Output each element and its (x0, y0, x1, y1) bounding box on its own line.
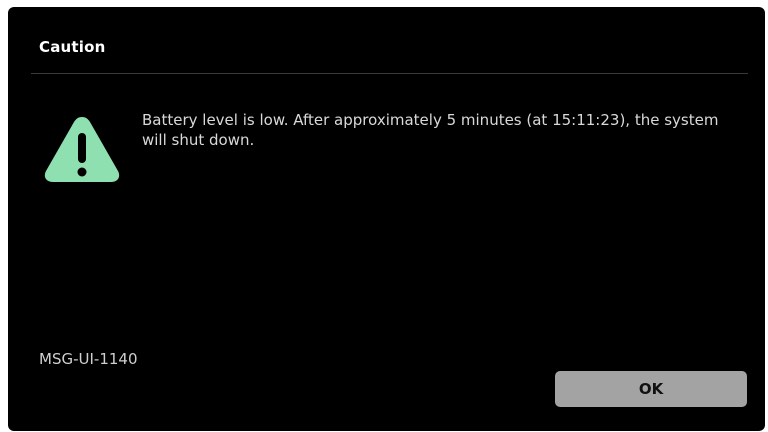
dialog-title: Caution (39, 38, 106, 56)
ok-button[interactable]: OK (555, 371, 747, 407)
caution-dialog: Caution Battery level is low. After appr… (8, 7, 765, 431)
title-divider (31, 73, 748, 74)
warning-triangle-icon (42, 113, 122, 185)
message-code: MSG-UI-1140 (39, 350, 138, 368)
dialog-message: Battery level is low. After approximatel… (142, 111, 719, 149)
